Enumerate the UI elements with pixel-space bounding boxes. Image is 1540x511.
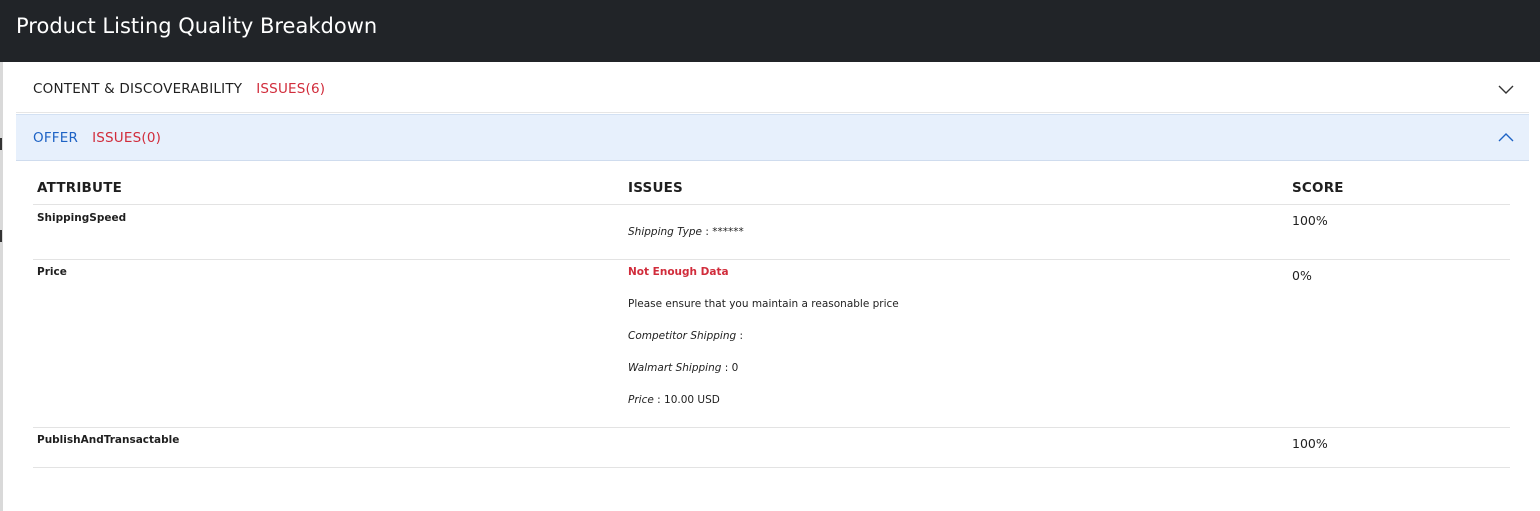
issue-detail-label: Shipping Type — [628, 226, 702, 238]
row-attribute: ShippingSpeed — [37, 212, 127, 224]
issue-message: Please ensure that you maintain a reason… — [628, 298, 899, 310]
row-attribute: Price — [37, 266, 67, 278]
issue-detail: Price : 10.00 USD — [628, 394, 720, 406]
column-header-issues: ISSUES — [628, 180, 683, 196]
issue-detail: Walmart Shipping : 0 — [628, 362, 738, 374]
issue-detail-label: Competitor Shipping — [628, 330, 737, 342]
section-name: OFFER — [33, 129, 79, 146]
modal-title: Product Listing Quality Breakdown — [16, 14, 378, 38]
issue-detail-label: Price — [628, 394, 654, 406]
issue-detail-value: 10.00 USD — [664, 394, 720, 406]
issue-detail-label: Walmart Shipping — [628, 362, 722, 374]
section-issues-count: ISSUES(0) — [92, 129, 162, 146]
table-divider — [33, 467, 1510, 468]
modal-header: Product Listing Quality Breakdown — [0, 0, 1540, 62]
section-offer[interactable]: OFFER ISSUES(0) — [16, 114, 1529, 161]
row-score: 100% — [1292, 436, 1328, 451]
row-score: 100% — [1292, 213, 1328, 228]
issue-detail-value: ****** — [712, 226, 744, 238]
section-name: CONTENT & DISCOVERABILITY — [33, 81, 243, 97]
chevron-up-icon[interactable] — [1497, 129, 1515, 147]
issue-detail-value: 0 — [731, 362, 739, 374]
background-edge — [0, 62, 3, 511]
row-attribute: PublishAndTransactable — [37, 434, 180, 446]
table-divider — [33, 204, 1510, 205]
issue-detail-separator: : — [736, 330, 744, 342]
issue-detail: Competitor Shipping : — [628, 330, 743, 342]
issue-detail-separator: : — [653, 394, 665, 406]
column-header-attribute: ATTRIBUTE — [37, 180, 123, 196]
column-header-score: SCORE — [1292, 180, 1344, 196]
issue-detail: Shipping Type : ****** — [628, 226, 744, 238]
chevron-down-icon[interactable] — [1497, 80, 1515, 98]
table-divider — [33, 427, 1510, 428]
issue-status: Not Enough Data — [628, 266, 729, 278]
background-edge-mark — [0, 230, 2, 242]
issue-detail-separator: : — [721, 362, 732, 374]
issue-detail-separator: : — [701, 226, 713, 238]
table-divider — [33, 259, 1510, 260]
row-score: 0% — [1292, 268, 1312, 283]
section-issues-count: ISSUES(6) — [256, 81, 326, 97]
section-content-discoverability[interactable]: CONTENT & DISCOVERABILITY ISSUES(6) — [16, 66, 1529, 113]
background-edge-mark — [0, 138, 2, 150]
